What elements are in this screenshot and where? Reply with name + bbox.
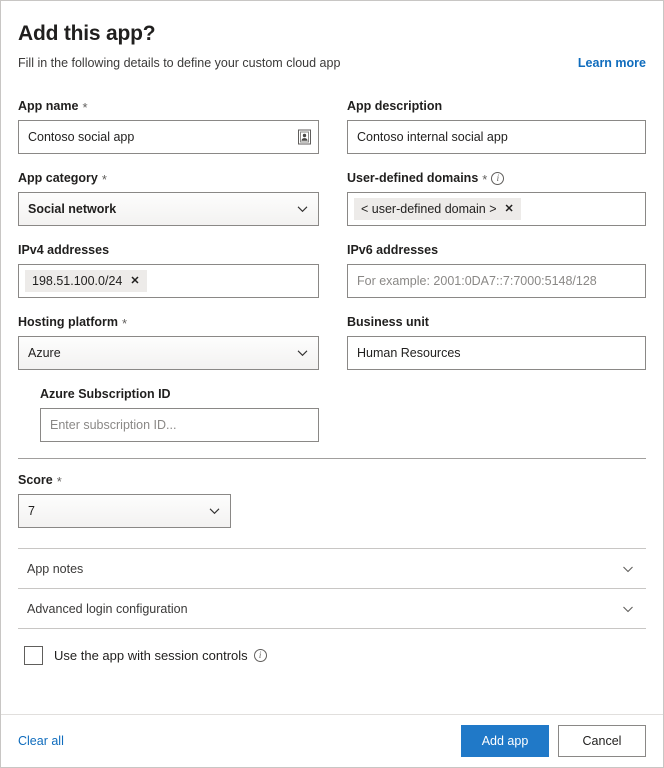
label-score: Score * [18,472,646,488]
score-select[interactable]: 7 [18,494,231,528]
required-asterisk: * [122,316,128,331]
label-business-unit: Business unit [347,314,646,330]
chevron-down-icon [622,603,634,615]
spacer-cell [347,386,646,458]
field-ipv6-addresses: IPv6 addresses For example: 2001:0DA7::7… [347,242,646,298]
azure-subscription-id-placeholder: Enter subscription ID... [50,418,177,432]
label-azure-subscription-id: Azure Subscription ID [40,386,319,402]
label-ipv6-addresses-text: IPv6 addresses [347,243,439,257]
label-azure-subscription-id-text: Azure Subscription ID [40,387,171,401]
cancel-button[interactable]: Cancel [558,725,646,757]
domain-tag-label: < user-defined domain > [361,202,497,216]
field-ipv4-addresses: IPv4 addresses 198.51.100.0/24 ✕ [18,242,319,298]
remove-tag-icon[interactable]: ✕ [505,203,514,215]
label-hosting-platform-text: Hosting platform [18,315,118,329]
ipv6-addresses-input[interactable]: For example: 2001:0DA7::7:7000:5148/128 [347,264,646,298]
app-category-selected: Social network [28,202,117,216]
label-app-category: App category * [18,170,319,186]
field-user-defined-domains: User-defined domains * i < user-defined … [347,170,646,226]
label-app-category-text: App category [18,171,98,185]
field-app-category: App category * Social network [18,170,319,226]
dialog-body: Add this app? Fill in the following deta… [1,1,663,714]
chevron-down-icon [209,506,220,517]
label-user-defined-domains: User-defined domains * i [347,170,646,186]
required-asterisk: * [82,100,88,115]
score-section: Score * 7 [18,472,646,528]
form-grid: App name * Contoso social app App descri… [18,98,646,458]
chevron-down-icon [297,348,308,359]
business-unit-input[interactable]: Human Resources [347,336,646,370]
ipv4-tag[interactable]: 198.51.100.0/24 ✕ [25,270,147,292]
accordion-app-notes-label: App notes [27,561,84,576]
required-asterisk: * [482,172,488,187]
info-icon[interactable]: i [253,649,267,662]
contact-card-icon[interactable] [298,129,311,145]
chevron-down-icon [297,204,308,215]
field-app-description: App description Contoso internal social … [347,98,646,154]
label-app-name-text: App name [18,99,79,113]
accordion-list: App notes Advanced login configuration [18,548,646,629]
add-app-button[interactable]: Add app [461,725,549,757]
label-ipv4-addresses: IPv4 addresses [18,242,319,258]
score-wrap: 7 [18,494,646,528]
label-score-text: Score [18,473,53,487]
session-controls-row[interactable]: Use the app with session controls i [18,646,646,665]
field-azure-subscription-id: Azure Subscription ID Enter subscription… [40,386,319,442]
accordion-advanced-login-label: Advanced login configuration [27,601,188,616]
session-controls-label: Use the app with session controls i [54,648,267,663]
dialog-footer: Clear all Add app Cancel [1,714,663,767]
label-ipv4-addresses-text: IPv4 addresses [18,243,110,257]
score-selected: 7 [28,504,35,518]
accordion-advanced-login-configuration[interactable]: Advanced login configuration [18,589,646,628]
chevron-down-icon [622,563,634,575]
clear-all-link[interactable]: Clear all [18,734,64,748]
azure-subscription-id-input[interactable]: Enter subscription ID... [40,408,319,442]
page-subtitle: Fill in the following details to define … [18,56,341,70]
session-controls-checkbox[interactable] [24,646,43,665]
domain-tag[interactable]: < user-defined domain > ✕ [354,198,521,220]
user-defined-domains-input[interactable]: < user-defined domain > ✕ [347,192,646,226]
hosting-platform-selected: Azure [28,346,61,360]
label-app-description-text: App description [347,99,443,113]
app-description-value: Contoso internal social app [357,130,508,144]
required-asterisk: * [101,172,107,187]
dialog-header: Add this app? Fill in the following deta… [18,1,646,71]
label-business-unit-text: Business unit [347,315,429,329]
accordion-divider [18,628,646,629]
score-divider-top [18,458,646,459]
required-asterisk: * [56,474,62,489]
ipv4-tag-label: 198.51.100.0/24 [32,274,123,288]
label-ipv6-addresses: IPv6 addresses [347,242,646,258]
add-app-dialog: Add this app? Fill in the following deta… [0,0,664,768]
label-app-description: App description [347,98,646,114]
footer-actions: Add app Cancel [461,725,646,757]
field-app-name: App name * Contoso social app [18,98,319,154]
learn-more-link[interactable]: Learn more [578,56,646,70]
app-description-input[interactable]: Contoso internal social app [347,120,646,154]
field-hosting-platform: Hosting platform * Azure [18,314,319,370]
label-app-name: App name * [18,98,319,114]
app-category-select[interactable]: Social network [18,192,319,226]
hosting-platform-select[interactable]: Azure [18,336,319,370]
app-name-input[interactable]: Contoso social app [18,120,319,154]
accordion-app-notes[interactable]: App notes [18,549,646,588]
field-business-unit: Business unit Human Resources [347,314,646,370]
remove-tag-icon[interactable]: ✕ [130,275,139,287]
ipv4-addresses-input[interactable]: 198.51.100.0/24 ✕ [18,264,319,298]
session-controls-label-text: Use the app with session controls [54,648,248,663]
info-icon[interactable]: i [491,171,505,185]
app-name-value: Contoso social app [28,130,135,144]
label-hosting-platform: Hosting platform * [18,314,319,330]
ipv6-placeholder: For example: 2001:0DA7::7:7000:5148/128 [357,274,597,288]
business-unit-value: Human Resources [357,346,461,360]
label-user-defined-domains-text: User-defined domains [347,171,479,185]
page-title: Add this app? [18,22,156,45]
